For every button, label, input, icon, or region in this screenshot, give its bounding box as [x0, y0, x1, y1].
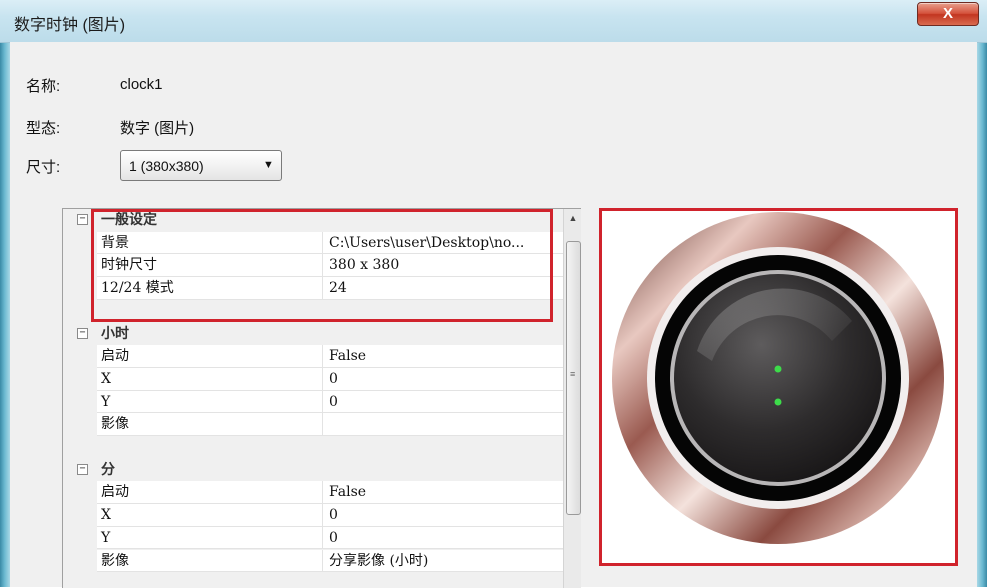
- vertical-scrollbar[interactable]: ▲ ≡: [563, 209, 581, 588]
- property-value[interactable]: 0: [323, 367, 563, 391]
- category-hour[interactable]: − 小时: [63, 322, 563, 346]
- type-value: 数字 (图片): [120, 120, 195, 137]
- property-row[interactable]: 启动 False: [63, 481, 563, 505]
- property-row[interactable]: 启动 False: [63, 345, 563, 368]
- clock-colon-dot-bottom: [774, 398, 782, 406]
- title-bar: 数字时钟 (图片) X: [0, 0, 987, 43]
- property-row[interactable]: Y 0: [63, 526, 563, 550]
- property-name: 启动: [97, 481, 323, 505]
- category-spacer: [323, 458, 563, 482]
- scroll-up-arrow-icon[interactable]: ▲: [564, 209, 581, 227]
- property-row[interactable]: 影像: [63, 413, 563, 436]
- property-value[interactable]: 0: [323, 390, 563, 414]
- size-dropdown[interactable]: 1 (380x380) ▼: [120, 150, 282, 181]
- window-title: 数字时钟 (图片): [14, 17, 126, 34]
- clock-preview: [599, 208, 958, 566]
- property-value[interactable]: 分享影像 (小时): [323, 549, 563, 573]
- highlight-general-settings: [91, 209, 553, 322]
- name-value: clock1: [120, 76, 163, 93]
- window-frame-right: [977, 0, 987, 587]
- property-value[interactable]: 0: [323, 504, 563, 527]
- chevron-down-icon[interactable]: ▼: [263, 159, 274, 171]
- property-row[interactable]: X 0: [63, 367, 563, 391]
- property-row[interactable]: 影像 分享影像 (小时): [63, 549, 563, 573]
- size-dropdown-value: 1 (380x380): [129, 158, 204, 174]
- category-spacer: [323, 322, 563, 346]
- property-name: 启动: [97, 345, 323, 368]
- collapse-icon[interactable]: −: [77, 327, 88, 339]
- size-label: 尺寸:: [26, 159, 61, 176]
- type-label: 型态:: [26, 120, 61, 137]
- close-button[interactable]: X: [917, 2, 979, 26]
- scrollbar-thumb[interactable]: ≡: [566, 241, 581, 515]
- property-value[interactable]: [323, 413, 563, 436]
- grip-icon: ≡: [570, 369, 576, 379]
- property-name: X: [97, 367, 323, 391]
- window-frame-left: [0, 0, 10, 587]
- property-name: X: [97, 504, 323, 527]
- property-name: Y: [97, 390, 323, 414]
- property-value[interactable]: False: [323, 345, 563, 368]
- property-row[interactable]: X 0: [63, 504, 563, 527]
- name-label: 名称:: [26, 78, 61, 95]
- collapse-icon[interactable]: −: [77, 214, 88, 225]
- clock-image: [612, 212, 944, 544]
- property-row[interactable]: Y 0: [63, 390, 563, 414]
- property-value[interactable]: 0: [323, 526, 563, 550]
- category-label: 分: [97, 458, 323, 482]
- property-name: 影像: [97, 413, 323, 436]
- property-name: Y: [97, 526, 323, 550]
- property-name: 影像: [97, 549, 323, 573]
- collapse-icon[interactable]: −: [77, 463, 88, 475]
- category-minute[interactable]: − 分: [63, 458, 563, 482]
- clock-colon-dot-top: [774, 365, 782, 373]
- property-value[interactable]: False: [323, 481, 563, 505]
- category-label: 小时: [97, 322, 323, 346]
